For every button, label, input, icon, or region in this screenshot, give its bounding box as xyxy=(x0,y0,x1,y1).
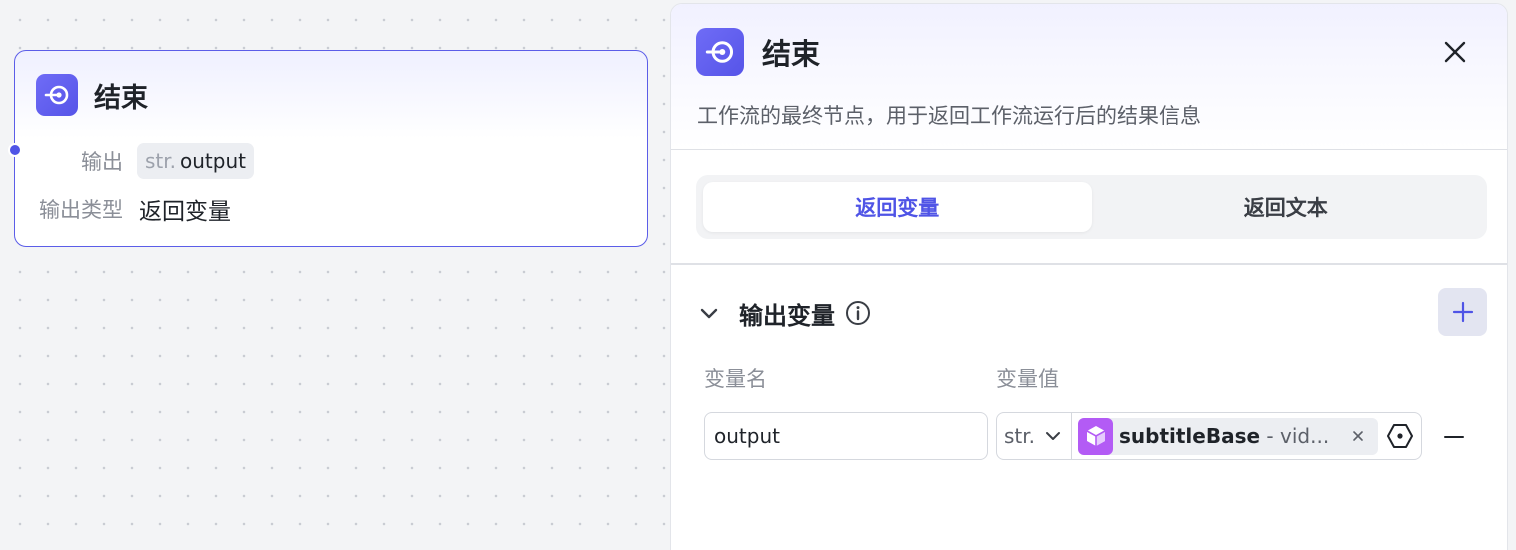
end-node-card[interactable]: 结束 输出 str. output 输出类型 返回变量 xyxy=(8,50,648,247)
variable-name-input[interactable] xyxy=(704,412,988,460)
close-icon xyxy=(1444,41,1466,63)
minus-icon xyxy=(1444,436,1464,438)
panel-title: 结束 xyxy=(762,37,821,71)
node-output-type-value: 返回变量 xyxy=(139,199,231,225)
node-output-type-row: 输出类型 返回变量 xyxy=(15,192,231,226)
output-variables-title: 输出变量 xyxy=(739,301,835,330)
node-output-row: 输出 str. output xyxy=(15,143,254,179)
close-button[interactable] xyxy=(1437,34,1473,70)
close-small-icon[interactable] xyxy=(1349,427,1367,445)
node-output-chip-type: str. xyxy=(145,149,177,173)
variable-type-value: str. xyxy=(1004,424,1036,448)
section-divider xyxy=(671,263,1507,265)
column-variable-value: 变量值 xyxy=(996,367,1059,391)
node-config-panel: 结束 工作流的最终节点，用于返回工作流运行后的结果信息 返回变量 返回文本 输出… xyxy=(670,3,1508,550)
tab-return-text[interactable]: 返回文本 xyxy=(1092,182,1481,232)
end-node-icon xyxy=(696,28,744,76)
node-output-chip: str. output xyxy=(137,143,254,179)
add-variable-button[interactable] xyxy=(1438,288,1487,336)
info-icon[interactable] xyxy=(845,300,871,326)
variable-type-select[interactable]: str. xyxy=(997,413,1072,459)
end-node-icon xyxy=(36,74,78,116)
node-title: 结束 xyxy=(94,82,148,114)
column-variable-name: 变量名 xyxy=(704,367,767,391)
cube-icon xyxy=(1078,417,1113,455)
plus-icon xyxy=(1452,301,1473,323)
variable-value-field: str. subtitleBase - vid... xyxy=(996,412,1422,460)
panel-description: 工作流的最终节点，用于返回工作流运行后的结果信息 xyxy=(697,104,1201,128)
variable-reference-chip[interactable]: subtitleBase - vid... xyxy=(1078,417,1378,455)
node-output-type-label: 输出类型 xyxy=(39,198,123,222)
variable-hex-icon[interactable] xyxy=(1384,420,1416,452)
remove-variable-button[interactable] xyxy=(1439,422,1469,452)
tab-return-variable[interactable]: 返回变量 xyxy=(703,182,1092,232)
node-header: 结束 xyxy=(36,74,148,116)
variable-reference-text: subtitleBase - vid... xyxy=(1119,424,1330,448)
node-output-chip-name: output xyxy=(180,149,246,173)
output-mode-tabs: 返回变量 返回文本 xyxy=(696,175,1487,239)
chevron-down-icon xyxy=(1044,427,1062,445)
panel-title-row: 结束 xyxy=(696,28,820,76)
output-variables-header: 输出变量 xyxy=(697,295,871,331)
node-output-label: 输出 xyxy=(81,150,123,174)
chevron-down-icon[interactable] xyxy=(697,301,721,325)
panel-header: 结束 工作流的最终节点，用于返回工作流运行后的结果信息 xyxy=(671,4,1507,150)
